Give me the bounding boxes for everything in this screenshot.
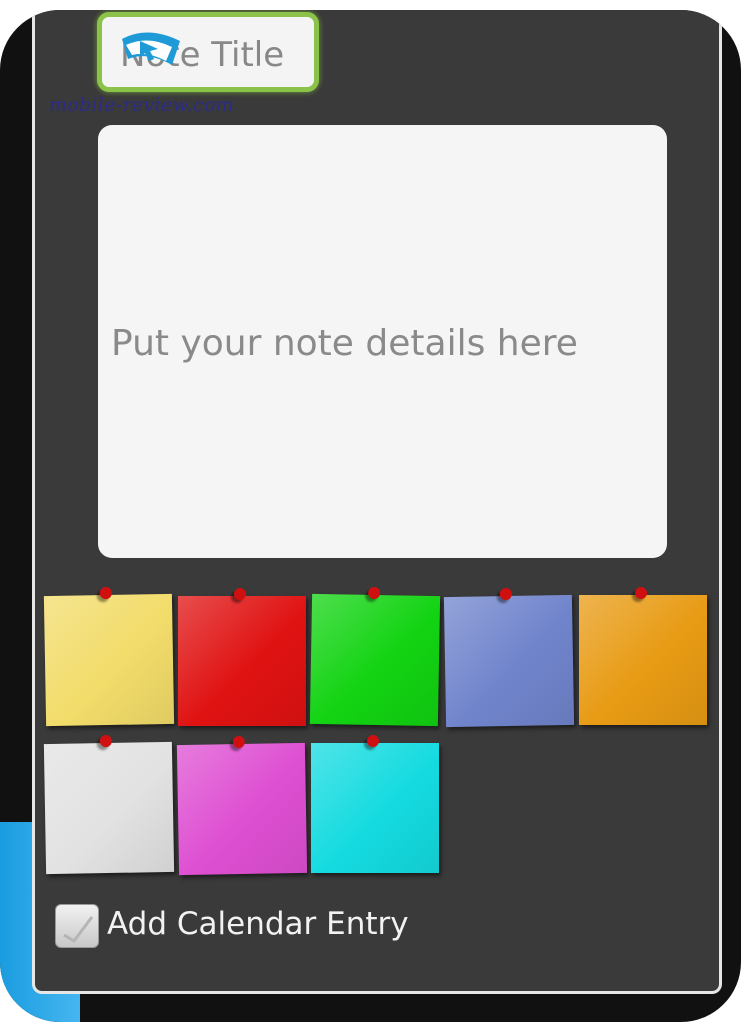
- color-swatch-red[interactable]: [178, 588, 306, 726]
- note-editor-panel: Note Title mobile-review.com Put your no…: [32, 10, 722, 994]
- checkmark-icon: [63, 916, 94, 943]
- color-swatch-green[interactable]: [309, 586, 441, 727]
- color-swatch-white[interactable]: [43, 734, 175, 875]
- color-swatch-orange[interactable]: [579, 587, 707, 725]
- pin-icon: [635, 587, 647, 599]
- pin-icon: [499, 587, 512, 601]
- calendar-checkbox[interactable]: [55, 904, 99, 948]
- pin-icon: [368, 586, 381, 600]
- device-frame: Note Title mobile-review.com Put your no…: [0, 10, 741, 1022]
- color-swatch-blue[interactable]: [443, 587, 575, 728]
- note-title-field[interactable]: Note Title: [97, 12, 319, 92]
- watermark: mobile-review.com: [49, 94, 235, 116]
- color-swatch-yellow[interactable]: [43, 586, 175, 727]
- pin-icon: [99, 734, 112, 748]
- pin-icon: [232, 735, 245, 749]
- pin-icon: [99, 586, 112, 600]
- color-swatch-cyan[interactable]: [311, 735, 439, 873]
- pin-icon: [367, 735, 379, 747]
- color-swatch-magenta[interactable]: [176, 735, 308, 876]
- logo-icon: [122, 32, 180, 65]
- note-details-field[interactable]: Put your note details here: [98, 125, 667, 558]
- pin-icon: [234, 588, 246, 600]
- note-details-placeholder: Put your note details here: [111, 323, 578, 364]
- calendar-label: Add Calendar Entry: [107, 906, 409, 942]
